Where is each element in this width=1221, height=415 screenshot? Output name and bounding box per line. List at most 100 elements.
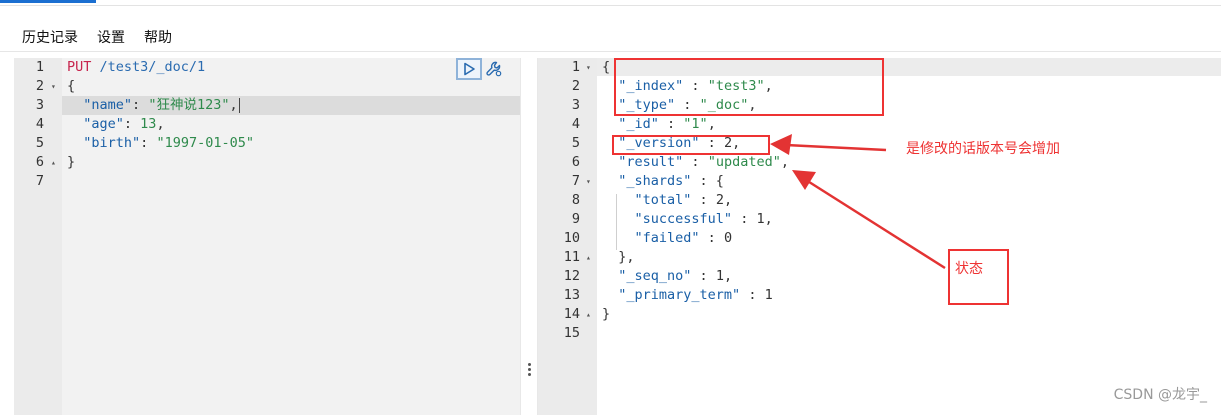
code-token: : [140,135,157,151]
line-number: 8 [571,192,580,208]
fold-close-icon[interactable]: ▴ [586,248,591,267]
line-number: 11 [563,249,580,265]
text-cursor [238,97,240,113]
code-token: } [67,154,76,170]
code-line: 8 "total" : 2, [538,191,1221,210]
menu-history[interactable]: 历史记录 [22,27,78,47]
code-token: 2 [715,192,724,208]
line-number: 6 [571,154,580,170]
line-number: 1 [35,59,44,75]
code-token: { [602,59,611,75]
code-line: 15 [538,324,1221,343]
code-line: 2 ▾ { [14,77,520,96]
splitter-handle-icon [528,363,531,378]
code-token: : { [691,173,724,189]
fold-close-icon[interactable]: ▴ [51,153,56,172]
code-token: , [156,116,165,132]
code-token: "updated" [707,154,781,170]
fold-open-icon[interactable]: ▾ [586,58,591,77]
line-number: 4 [571,116,580,132]
code-text: "_primary_term" : 1 [602,286,773,305]
code-token: "result" [618,154,684,170]
code-token: } [602,306,611,322]
code-text: "result" : "updated", [602,153,789,172]
line-number: 9 [571,211,580,227]
code-token: , [764,211,773,227]
line-number: 13 [563,287,580,303]
code-text: "_seq_no" : 1, [602,267,732,286]
code-text: "birth": "1997-01-05" [67,134,254,153]
code-token: { [67,78,76,94]
code-line: 6 ▴} [14,153,520,172]
code-token: : [699,230,724,246]
code-line: 3 "name": "狂神说123", [14,96,520,115]
code-text: }, [602,248,634,267]
code-token: 1 [756,211,765,227]
annotation-version-note: 是修改的话版本号会增加 [906,141,1060,157]
code-token: "_primary_term" [618,287,741,303]
code-line: 4 "age": 13, [14,115,520,134]
fold-open-icon[interactable]: ▾ [51,77,56,96]
menu-help[interactable]: 帮助 [144,27,172,47]
code-token: "1" [683,116,708,132]
code-token: /test3/_doc/1 [99,59,206,75]
top-strip [0,0,1221,6]
line-number: 3 [571,97,580,113]
code-token: 1 [764,287,773,303]
code-token: : [658,116,684,132]
line-number: 15 [563,325,580,341]
code-text: "age": 13, [67,115,165,134]
request-settings-button[interactable] [484,58,504,80]
code-token: "_shards" [618,173,692,189]
code-token: : [683,154,708,170]
play-icon [464,62,475,76]
code-text: "_shards" : { [602,172,724,191]
line-number: 7 [571,173,580,189]
code-token: "failed" [634,230,700,246]
code-line: 12 "_seq_no" : 1, [538,267,1221,286]
code-token: : [691,268,716,284]
line-number: 5 [35,135,44,151]
line-number: 12 [563,268,580,284]
code-line: 7 [14,172,520,191]
code-text: PUT /test3/_doc/1 [67,58,205,77]
code-token: "_seq_no" [618,268,692,284]
menu-settings[interactable]: 设置 [97,27,125,47]
line-number: 4 [35,116,44,132]
code-line: 11 ▴ }, [538,248,1221,267]
code-token: "birth" [83,135,141,151]
code-token: "successful" [634,211,733,227]
code-token: 1 [715,268,724,284]
annotation-box-version [612,135,770,155]
code-token: "狂神说123" [148,97,230,113]
code-text: "successful" : 1, [602,210,773,229]
code-text: } [67,153,75,172]
code-token: 13 [140,116,157,132]
pane-splitter[interactable] [520,58,538,415]
code-token: : [740,287,765,303]
code-token: : [691,192,716,208]
code-token: : [123,116,141,132]
line-number: 5 [571,135,580,151]
code-text: { [602,58,610,77]
code-line: 5 "birth": "1997-01-05" [14,134,520,153]
fold-open-icon[interactable]: ▾ [586,172,591,191]
menubar: 历史记录 设置 帮助 [0,22,1221,52]
fold-close-icon[interactable]: ▴ [586,305,591,324]
code-line: 7 ▾ "_shards" : { [538,172,1221,191]
line-number: 10 [563,230,580,246]
line-number: 3 [35,97,44,113]
request-editor[interactable]: 1 PUT /test3/_doc/1 2 ▾ {3 "name": "狂神说123",… [14,58,520,415]
run-request-button[interactable] [456,58,482,80]
code-token: "total" [634,192,692,208]
code-token: : [732,211,757,227]
code-token: "age" [83,116,124,132]
code-token: PUT [67,59,100,75]
